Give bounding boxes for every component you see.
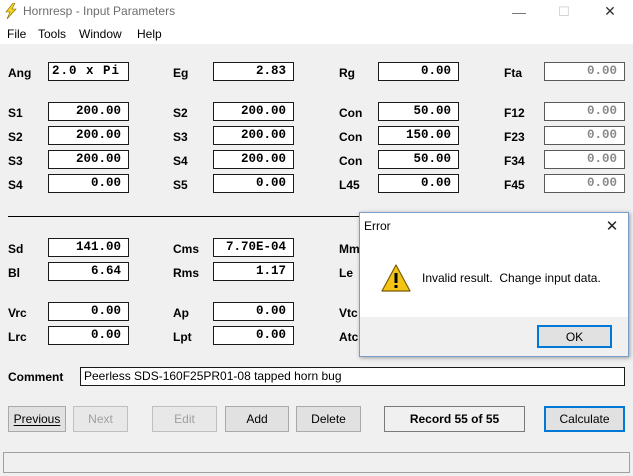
param-label: Vrc — [8, 306, 27, 320]
param-label: Eg — [173, 66, 189, 80]
maximize-icon: ☐ — [558, 3, 570, 19]
menu-window[interactable]: Window — [79, 27, 122, 41]
con-field[interactable]: 50.00 — [378, 150, 459, 169]
close-button[interactable]: ✕ — [587, 0, 633, 23]
param-label: F45 — [504, 178, 525, 192]
menu-bar: File Tools Window Help — [0, 23, 633, 44]
vrc-field[interactable]: 0.00 — [48, 302, 129, 321]
param-label: Lpt — [173, 330, 192, 344]
menu-help[interactable]: Help — [137, 27, 162, 41]
close-icon: ✕ — [605, 218, 619, 235]
param-label: Con — [339, 154, 363, 168]
previous-label: Previous — [13, 412, 61, 426]
f23-field[interactable]: 0.00 — [544, 126, 625, 145]
param-label: Con — [339, 130, 363, 144]
minimize-icon: — — [512, 3, 526, 20]
next-label: Next — [88, 412, 113, 426]
record-indicator: Record 55 of 55 — [384, 406, 525, 432]
s4-field[interactable]: 200.00 — [213, 150, 294, 169]
ok-button[interactable]: OK — [537, 325, 612, 348]
delete-label: Delete — [311, 412, 346, 426]
f45-field[interactable]: 0.00 — [544, 174, 625, 193]
s2-field[interactable]: 200.00 — [213, 102, 294, 121]
dialog-footer: OK — [360, 317, 628, 356]
lrc-field[interactable]: 0.00 — [48, 326, 129, 345]
add-label: Add — [246, 412, 268, 426]
calculate-label: Calculate — [559, 412, 610, 426]
close-icon: ✕ — [604, 3, 616, 19]
param-label: Rms — [173, 266, 200, 280]
ang-field[interactable]: 2.0 x Pi — [48, 62, 129, 81]
ap-field[interactable]: 0.00 — [213, 302, 294, 321]
title-bar: Hornresp - Input Parameters — ☐ ✕ — [0, 0, 633, 23]
f12-field[interactable]: 0.00 — [544, 102, 625, 121]
param-label: F23 — [504, 130, 525, 144]
section-divider — [8, 216, 363, 217]
param-label: Le — [339, 266, 354, 280]
error-dialog: Error ✕ Invalid result. Change input dat… — [359, 212, 629, 357]
param-label: S3 — [173, 130, 188, 144]
con-field[interactable]: 150.00 — [378, 126, 459, 145]
dialog-title: Error — [364, 219, 391, 233]
comment-label: Comment — [8, 370, 64, 384]
rms-field[interactable]: 1.17 — [213, 262, 294, 281]
param-label: L45 — [339, 178, 360, 192]
param-label: S4 — [8, 178, 23, 192]
status-bar — [3, 452, 630, 473]
edit-label: Edit — [174, 412, 195, 426]
menu-file[interactable]: File — [7, 27, 26, 41]
ok-label: OK — [565, 329, 584, 344]
param-label: Atc — [339, 330, 359, 344]
rg-field[interactable]: 0.00 — [378, 62, 459, 81]
eg-field[interactable]: 2.83 — [213, 62, 294, 81]
next-button[interactable]: Next — [73, 406, 128, 432]
minimize-button[interactable]: — — [496, 0, 542, 23]
delete-button[interactable]: Delete — [296, 406, 361, 432]
param-label: S5 — [173, 178, 188, 192]
sd-field[interactable]: 141.00 — [48, 238, 129, 257]
warning-icon — [381, 264, 411, 292]
cms-field[interactable]: 7.70E-04 — [213, 238, 294, 257]
param-label: F12 — [504, 106, 525, 120]
window-title: Hornresp - Input Parameters — [23, 4, 176, 18]
param-label: Vtc — [339, 306, 358, 320]
s4-field[interactable]: 0.00 — [48, 174, 129, 193]
edit-button[interactable]: Edit — [152, 406, 217, 432]
param-label: S2 — [8, 130, 23, 144]
param-label: S2 — [173, 106, 188, 120]
param-label: Lrc — [8, 330, 27, 344]
param-label: Fta — [504, 66, 522, 80]
menu-tools[interactable]: Tools — [38, 27, 66, 41]
s3-field[interactable]: 200.00 — [48, 150, 129, 169]
f34-field[interactable]: 0.00 — [544, 150, 625, 169]
dialog-close-button[interactable]: ✕ — [598, 215, 626, 237]
param-label: S4 — [173, 154, 188, 168]
dialog-message: Invalid result. Change input data. — [422, 271, 601, 285]
previous-button[interactable]: Previous — [8, 406, 66, 432]
s3-field[interactable]: 200.00 — [213, 126, 294, 145]
s2-field[interactable]: 200.00 — [48, 126, 129, 145]
param-label: Cms — [173, 242, 200, 256]
param-label: F34 — [504, 154, 525, 168]
bl-field[interactable]: 6.64 — [48, 262, 129, 281]
maximize-button[interactable]: ☐ — [541, 0, 587, 23]
fta-field[interactable]: 0.00 — [544, 62, 625, 81]
lpt-field[interactable]: 0.00 — [213, 326, 294, 345]
s1-field[interactable]: 200.00 — [48, 102, 129, 121]
add-button[interactable]: Add — [225, 406, 289, 432]
comment-field[interactable]: Peerless SDS-160F25PR01-08 tapped horn b… — [80, 367, 625, 386]
param-label: Ang — [8, 66, 32, 80]
param-label: Rg — [339, 66, 355, 80]
param-label: S1 — [8, 106, 23, 120]
param-label: Ap — [173, 306, 189, 320]
l45-field[interactable]: 0.00 — [378, 174, 459, 193]
calculate-button[interactable]: Calculate — [544, 406, 625, 432]
lightning-bolt-icon — [5, 3, 17, 19]
param-label: S3 — [8, 154, 23, 168]
param-label: Bl — [8, 266, 20, 280]
s5-field[interactable]: 0.00 — [213, 174, 294, 193]
param-label: Con — [339, 106, 363, 120]
param-label: Sd — [8, 242, 24, 256]
con-field[interactable]: 50.00 — [378, 102, 459, 121]
